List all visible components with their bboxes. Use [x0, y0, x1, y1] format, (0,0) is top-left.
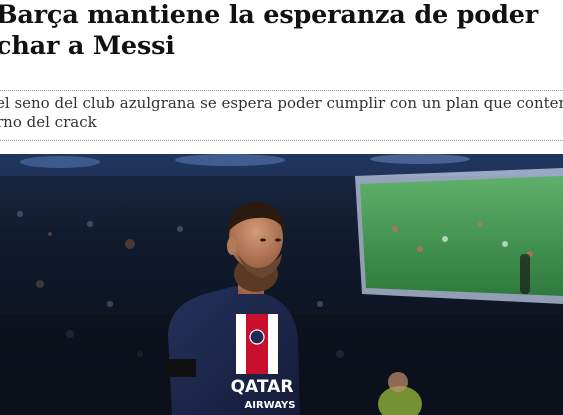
divider-top — [0, 90, 563, 91]
subtitle-line-1: el seno del club azulgrana se espera pod… — [0, 94, 563, 112]
headline-line-2: char a Messi — [0, 31, 175, 61]
article-subtitle: el seno del club azulgrana se espera pod… — [0, 94, 563, 132]
headline-line-1: Barça mantiene la esperanza de poder — [0, 0, 538, 30]
article-headline: Barça mantiene la esperanza de poder cha… — [0, 0, 563, 62]
divider-bottom — [0, 140, 563, 141]
shirt-logo: QATAR — [231, 377, 294, 397]
photo-illustration: QATAR AIRWAYS — [0, 154, 563, 415]
shirt-logo-sub: AIRWAYS — [245, 400, 296, 411]
stadium-screen — [355, 168, 563, 304]
article-photo: QATAR AIRWAYS — [0, 154, 563, 415]
subtitle-line-2: rno del crack — [0, 113, 97, 131]
